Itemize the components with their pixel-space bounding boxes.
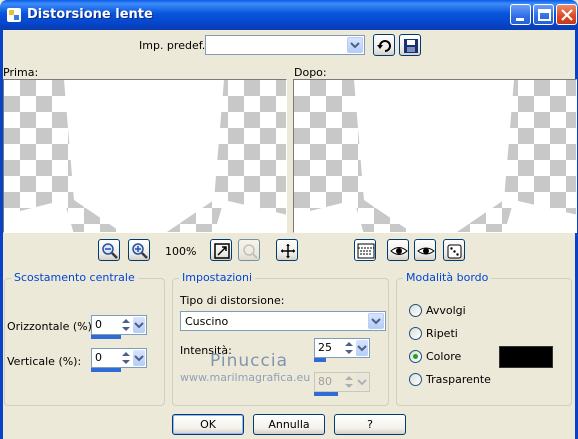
pan-button[interactable] [276, 239, 298, 261]
center-offset-group: Scostamento centrale [4, 271, 165, 406]
edge-mode-group: Modalità bordo [396, 271, 572, 406]
zoom-out-icon [102, 243, 118, 259]
chevron-down-icon[interactable] [356, 340, 368, 356]
spin-arrows-icon[interactable] [343, 340, 355, 356]
after-distortion-shape [294, 80, 576, 232]
close-icon [561, 9, 573, 21]
spin-arrows-icon[interactable] [120, 317, 132, 333]
settings-title: Impostazioni [179, 271, 256, 284]
horizontal-value: 0 [95, 318, 102, 331]
vertical-spin[interactable]: 0 [91, 348, 147, 372]
after-preview[interactable] [293, 79, 577, 233]
vertical-label: Verticale (%): [7, 355, 82, 368]
zoom-in-icon [132, 243, 148, 259]
window-title: Distorsione lente [27, 7, 153, 22]
preview-toggle-button[interactable] [354, 239, 376, 261]
before-distortion-shape [4, 80, 286, 232]
edge-mode-title: Modalità bordo [403, 271, 492, 284]
radio-button-selected[interactable] [409, 350, 422, 363]
magnifier-disabled-icon [243, 244, 258, 259]
radio-label: Trasparente [426, 373, 491, 386]
before-preview[interactable] [3, 79, 287, 233]
spin-arrows-icon [345, 376, 353, 388]
distortion-type-combo[interactable]: Cuscino [180, 311, 386, 331]
chevron-down-icon [356, 374, 368, 390]
radio-label: Colore [426, 350, 462, 363]
zoom-out-button[interactable] [98, 239, 120, 261]
maximize-icon [538, 9, 551, 21]
fit-window-icon [214, 243, 230, 259]
preset-label: Imp. predef.: [139, 39, 209, 52]
chevron-down-icon[interactable] [133, 317, 145, 333]
radio-label: Avvolgi [426, 304, 466, 317]
close-button[interactable] [556, 4, 577, 25]
horizontal-label: Orizzontale (%): [7, 320, 96, 333]
app-icon [7, 8, 21, 22]
preview-window-icon [357, 243, 375, 259]
maximize-button[interactable] [533, 4, 554, 25]
ok-button[interactable]: OK [172, 414, 244, 435]
disabled-slider-track [314, 392, 338, 396]
distortion-type-label: Tipo di distorsione: [180, 294, 285, 307]
vertical-slider-track[interactable] [91, 368, 121, 372]
move-arrows-icon [281, 244, 295, 258]
eye-icon [417, 247, 435, 255]
intensity-slider-track[interactable] [314, 358, 326, 362]
intensity-value: 25 [318, 341, 332, 354]
chevron-down-icon[interactable] [368, 313, 384, 329]
disabled-value: 80 [318, 375, 332, 388]
title-bar[interactable]: Distorsione lente [0, 0, 578, 30]
reset-preset-button[interactable] [373, 34, 395, 56]
radio-button[interactable] [409, 373, 422, 386]
proof-button[interactable] [387, 239, 409, 261]
edge-color-swatch[interactable] [499, 346, 553, 368]
dice-icon [447, 244, 462, 259]
chevron-down-icon[interactable] [133, 350, 145, 366]
before-label: Prima: [3, 66, 39, 79]
vertical-value: 0 [95, 351, 102, 364]
horizontal-slider-track[interactable] [91, 335, 121, 339]
preset-combo[interactable] [205, 35, 365, 55]
minimize-button[interactable] [510, 4, 531, 25]
watermark-url: www.marilmagrafica.eu [180, 371, 311, 384]
disabled-spin: 80 [314, 372, 370, 396]
randomize-button[interactable] [443, 239, 465, 261]
zoom-fit-button[interactable] [210, 239, 232, 261]
help-button[interactable]: ? [334, 414, 406, 435]
intensity-spin[interactable]: 25 [314, 338, 370, 362]
chevron-down-icon[interactable] [347, 37, 363, 53]
distortion-type-value: Cuscino [185, 315, 229, 328]
radio-button[interactable] [409, 327, 422, 340]
after-label: Dopo: [294, 66, 327, 79]
minimize-icon [516, 18, 524, 21]
zoom-in-button[interactable] [128, 239, 150, 261]
proof-eye-icon [390, 247, 408, 255]
watermark-signature: Pinuccia [210, 351, 288, 371]
undo-arrow-icon [377, 40, 391, 52]
cancel-button[interactable]: Annulla [253, 414, 325, 435]
zoom-level: 100% [165, 245, 197, 258]
center-offset-title: Scostamento centrale [11, 271, 138, 284]
spin-arrows-icon[interactable] [120, 350, 132, 366]
horizontal-spin[interactable]: 0 [91, 315, 147, 339]
save-preset-button[interactable] [399, 34, 421, 56]
zoom-actual-button[interactable] [238, 239, 260, 261]
floppy-disk-icon [404, 39, 418, 53]
radio-button[interactable] [409, 304, 422, 317]
radio-label: Ripeti [426, 327, 458, 340]
auto-proof-button[interactable] [414, 239, 436, 261]
